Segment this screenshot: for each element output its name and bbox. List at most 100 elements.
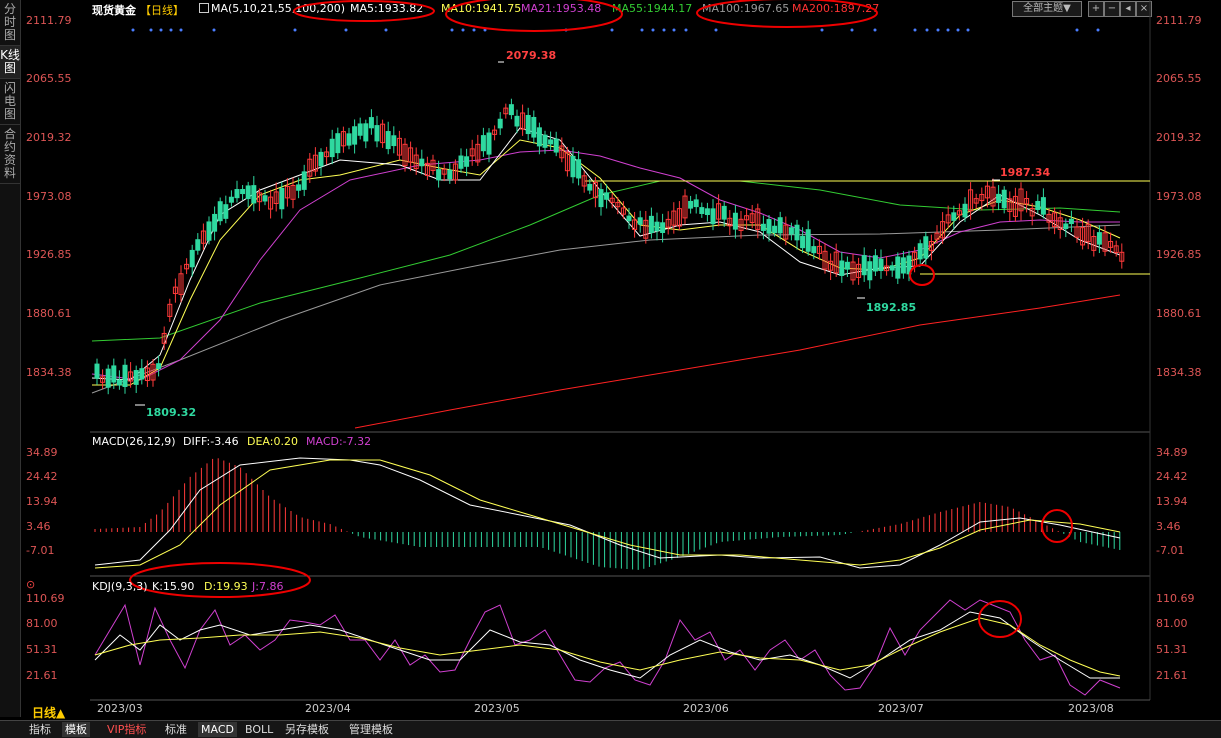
price-axis-right-0: 2111.79 — [1156, 14, 1202, 27]
candle-body — [217, 201, 223, 222]
candle-body — [732, 212, 738, 230]
candle-body — [240, 189, 246, 195]
tab-standard[interactable]: 标准 — [162, 722, 190, 737]
date-label-5: 2023/08 — [1068, 702, 1114, 715]
candle-body — [1001, 189, 1007, 209]
candle-body — [889, 265, 895, 271]
ma200-line — [354, 294, 1121, 429]
candle-body — [1040, 197, 1046, 215]
candle-body — [156, 363, 162, 370]
candle-body — [766, 219, 772, 234]
macd-axis-right-4: -7.01 — [1156, 544, 1185, 557]
low-mid-annotation: 1892.85 — [866, 301, 917, 314]
macd-dea-line — [94, 459, 1121, 569]
kdj-k-value: K:15.90 — [152, 580, 195, 593]
candle-body — [654, 221, 660, 232]
candle-body — [923, 236, 929, 259]
ma100-line — [91, 224, 1121, 394]
tab-template[interactable]: 模板 — [62, 722, 90, 737]
bottom-toolbar: 指标 模板 VIP指标 标准 MACD BOLL 另存模板 管理模板 — [0, 720, 1221, 738]
settings-icon[interactable]: ⊙ — [26, 578, 35, 591]
candle-body — [777, 217, 783, 234]
macd-histogram — [94, 458, 1121, 570]
kdj-label: KDJ(9,3,3) — [92, 580, 148, 593]
candle-body — [363, 123, 369, 142]
price-axis-left-5: 1880.61 — [26, 307, 72, 320]
signal-dots — [131, 28, 1100, 32]
price-axis-left-2: 2019.32 — [26, 131, 72, 144]
candle-body — [760, 223, 766, 231]
candle-body — [525, 114, 531, 135]
price-axis-right-2: 2019.32 — [1156, 131, 1202, 144]
tab-vip-indicator[interactable]: VIP指标 — [104, 722, 149, 737]
macd-axis-right-2: 13.94 — [1156, 495, 1188, 508]
recent-high-annotation: 1987.34 — [1000, 166, 1051, 179]
candle-body — [447, 169, 453, 180]
kdj-axis-right-3: 21.61 — [1156, 669, 1188, 682]
high-annotation: 2079.38 — [506, 49, 557, 62]
candle-body — [872, 255, 878, 272]
candle-body — [570, 155, 576, 178]
kdj-j-value: J:7.86 — [252, 580, 284, 593]
kdj-axis-left-1: 81.00 — [26, 617, 58, 630]
candle-body — [587, 183, 593, 191]
candle-body — [648, 215, 654, 233]
ma10-line — [92, 139, 1121, 386]
date-label-0: 2023/03 — [97, 702, 143, 715]
candle-body — [139, 368, 145, 380]
candle-body — [329, 138, 335, 158]
candle-body — [94, 363, 100, 379]
candle-body — [548, 139, 554, 145]
price-axis-left-6: 1834.38 — [26, 366, 72, 379]
candle-body — [262, 195, 268, 202]
candle-body — [251, 185, 257, 204]
date-label-1: 2023/04 — [305, 702, 351, 715]
candle-body — [553, 138, 559, 153]
candle-body — [301, 171, 307, 190]
candle-body — [794, 224, 800, 241]
kdj-axis-left-0: 110.69 — [26, 592, 65, 605]
candle-body — [699, 207, 705, 214]
candle-body — [772, 225, 778, 234]
kdj-k-line — [94, 611, 1120, 679]
macd-diff-line — [94, 457, 1121, 569]
macd-axis-left-1: 24.42 — [26, 470, 58, 483]
macd-axis-left-4: -7.01 — [26, 544, 55, 557]
kdj-axis-right-0: 110.69 — [1156, 592, 1195, 605]
tab-indicator[interactable]: 指标 — [26, 722, 54, 737]
candle-body — [861, 255, 867, 276]
macd-diff-value: DIFF:-3.46 — [183, 435, 239, 448]
tab-manage-template[interactable]: 管理模板 — [346, 722, 396, 737]
price-axis-right-1: 2065.55 — [1156, 72, 1202, 85]
kdj-d-value: D:19.93 — [204, 580, 248, 593]
candle-body — [111, 365, 117, 383]
macd-axis-left-3: 3.46 — [26, 520, 51, 533]
candle-body — [245, 185, 251, 200]
candle-body — [688, 200, 694, 209]
period-selector[interactable]: 日线▲ — [32, 704, 65, 721]
kdj-axis-left-2: 51.31 — [26, 643, 58, 656]
ma5-line — [91, 127, 1121, 381]
date-label-4: 2023/07 — [878, 702, 924, 715]
candle-body — [508, 104, 514, 116]
candle-body — [133, 370, 139, 385]
candle-body — [996, 193, 1002, 203]
candle-body — [1063, 223, 1069, 230]
candle-body — [346, 133, 352, 146]
candle-body — [234, 189, 240, 199]
tab-save-template[interactable]: 另存模板 — [282, 722, 332, 737]
candle-body — [704, 208, 710, 216]
candle-body — [464, 156, 470, 167]
macd-axis-right-3: 3.46 — [1156, 520, 1181, 533]
price-axis-right-5: 1880.61 — [1156, 307, 1202, 320]
candle-body — [212, 213, 218, 232]
tab-macd[interactable]: MACD — [198, 722, 237, 737]
candle-body — [1096, 232, 1102, 245]
candle-body — [116, 379, 122, 386]
tab-boll[interactable]: BOLL — [242, 722, 276, 737]
candle-body — [514, 115, 520, 127]
candle-body — [576, 159, 582, 179]
candle-body — [531, 116, 537, 138]
candle-body — [867, 261, 873, 281]
candle-body — [839, 260, 845, 276]
